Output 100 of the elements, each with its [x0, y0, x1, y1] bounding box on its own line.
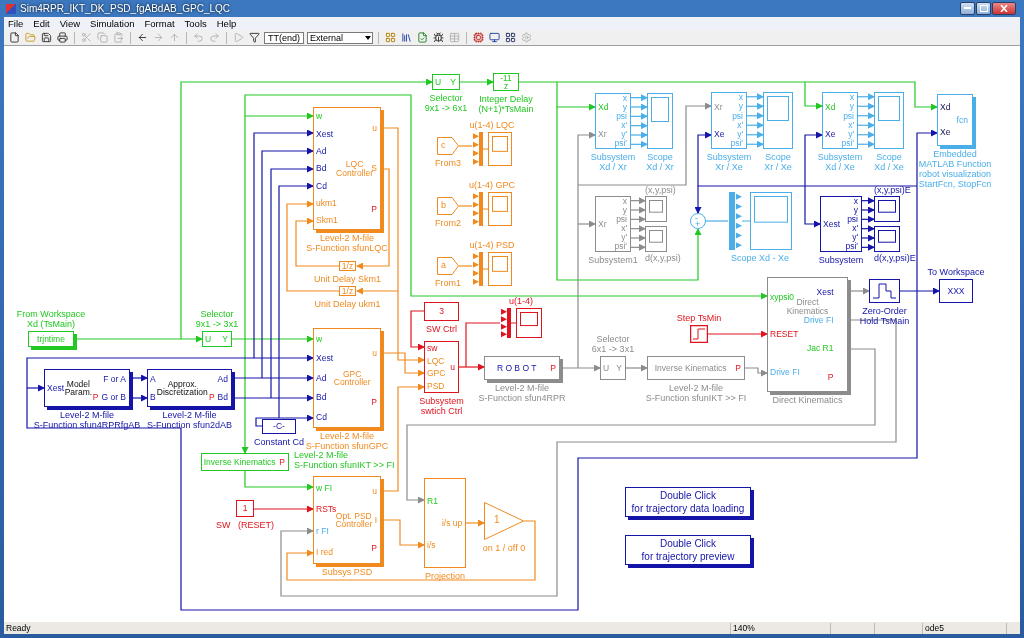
- document-check-icon[interactable]: [416, 31, 429, 44]
- bug-icon[interactable]: [432, 31, 445, 44]
- double-click-button[interactable]: Double Click for trajectory preview: [625, 535, 751, 565]
- port-label: u: [372, 349, 377, 358]
- block-caption: SW Ctrl: [426, 324, 457, 335]
- block-caption: Scope Xd / Xr: [646, 152, 674, 173]
- port-label: PSD: [427, 381, 445, 390]
- port-label: w FI: [316, 483, 333, 492]
- port-label: Xe: [714, 130, 725, 139]
- port-label: Xe: [940, 128, 951, 137]
- library-icon[interactable]: [400, 31, 413, 44]
- grid-icon[interactable]: [384, 31, 397, 44]
- port-label: y: [738, 102, 743, 111]
- port-label: y: [849, 102, 854, 111]
- port-label: psi: [616, 215, 627, 224]
- sign-label: +: [695, 220, 701, 229]
- block-caption: Subsystem: [818, 255, 864, 266]
- new-file-icon[interactable]: [8, 31, 21, 44]
- port-label: Xr: [598, 219, 607, 229]
- port-label: U: [435, 77, 442, 87]
- tag-label: b: [441, 200, 446, 210]
- window-title: Sim4RPR_IKT_DK_PSD_fgABdAB_GPC_LQC: [20, 3, 231, 14]
- port-label: psi': [730, 139, 743, 148]
- block-caption: Projection: [425, 571, 465, 582]
- scope-caption: (x,y,psi): [645, 184, 676, 195]
- tag-label: c: [441, 140, 446, 150]
- close-icon: [1000, 5, 1008, 12]
- block-caption: u(1-4) LQC: [469, 119, 515, 130]
- block-caption: Selector 6x1 -> 3x1: [591, 333, 635, 354]
- block-label: Approx. Discretization: [156, 379, 208, 397]
- block-caption: Integer Delay (N+1)*TsMain: [478, 94, 534, 115]
- block-caption: Subsys PSD: [321, 567, 373, 578]
- port-label: y': [621, 233, 627, 242]
- port-label: psi': [841, 139, 854, 148]
- port-label: U: [205, 334, 212, 344]
- block-caption: Scope Xd / Xe: [874, 152, 904, 173]
- maximize-button[interactable]: [976, 2, 991, 15]
- port-label: LQC: [427, 356, 445, 365]
- back-arrow-icon[interactable]: [136, 31, 149, 44]
- menu-item[interactable]: File: [8, 18, 24, 29]
- port-label: P: [827, 372, 834, 382]
- port-label: y': [852, 233, 858, 242]
- port-label: i/s: [427, 540, 436, 550]
- block-caption: Unit Delay ukm1: [314, 299, 381, 310]
- port-label: psi': [845, 242, 858, 251]
- block-label: GPC Controller: [333, 369, 371, 387]
- port-label: psi': [614, 242, 627, 251]
- block-caption: Subsystem Xd / Xe: [817, 152, 863, 173]
- window-icon[interactable]: [504, 31, 517, 44]
- maximize-icon: [979, 5, 988, 12]
- close-button[interactable]: [992, 2, 1016, 15]
- print-icon[interactable]: [56, 31, 69, 44]
- port-label: x': [737, 120, 743, 130]
- menu-item[interactable]: Format: [144, 18, 175, 29]
- menu-item[interactable]: Tools: [184, 18, 207, 29]
- port-label: x': [852, 224, 858, 233]
- block-label: -C-: [273, 422, 285, 431]
- port-label: RESET: [770, 330, 799, 339]
- block-caption: Subsystem swtich Ctrl: [419, 396, 464, 417]
- port-label: Bd: [316, 164, 327, 173]
- port-label: x: [738, 93, 743, 102]
- block-caption: Selector 9x1 -> 3x1: [195, 308, 239, 329]
- block-caption: Step TsMin: [676, 312, 722, 323]
- port-label: y: [853, 206, 858, 215]
- menu-item[interactable]: Simulation: [90, 18, 135, 29]
- stop-time-field[interactable]: TT(end): [264, 31, 304, 44]
- port-label: I: [374, 515, 377, 525]
- menu-item[interactable]: Edit: [33, 18, 50, 29]
- block-caption: From1: [435, 278, 461, 289]
- port-label: x: [622, 197, 627, 206]
- menu-item[interactable]: Help: [216, 18, 237, 29]
- port-label: y: [622, 206, 627, 215]
- port-label: G or B: [101, 392, 126, 402]
- port-label: I red: [316, 548, 333, 557]
- save-icon[interactable]: [40, 31, 53, 44]
- double-click-button[interactable]: Double Click for trajectory data loading: [625, 487, 751, 517]
- port-label: Y: [450, 77, 456, 87]
- chip-icon[interactable]: [472, 31, 485, 44]
- app-icon: [6, 3, 16, 14]
- monitor-icon[interactable]: [488, 31, 501, 44]
- scope-drawing: [645, 226, 667, 252]
- port-label: Xest: [316, 129, 333, 139]
- port-label: Xd: [825, 102, 836, 111]
- block-label: trjntime: [37, 334, 65, 344]
- block-caption: Level-2 M-file S-Function sfun4RPRfgAB: [33, 410, 141, 431]
- minimize-button[interactable]: [960, 2, 975, 15]
- scope-caption: d(x,y,psi)E: [874, 253, 916, 264]
- port-label: P: [550, 363, 556, 373]
- port-label: RSTs: [316, 505, 337, 514]
- solver-name: ode5: [922, 622, 1006, 634]
- block-caption: Zero-Order Hold TsMain: [859, 306, 910, 327]
- filter-icon[interactable]: [248, 31, 261, 44]
- menu-item[interactable]: View: [59, 18, 81, 29]
- port-label: Jac R1: [807, 344, 834, 353]
- port-label: Y: [222, 334, 228, 344]
- mode-dropdown[interactable]: External: [307, 31, 373, 44]
- port-label: Xr: [598, 130, 607, 139]
- port-label: U: [603, 363, 610, 373]
- port-label: Xest: [316, 354, 333, 363]
- block-caption: Subsystem1: [588, 255, 638, 266]
